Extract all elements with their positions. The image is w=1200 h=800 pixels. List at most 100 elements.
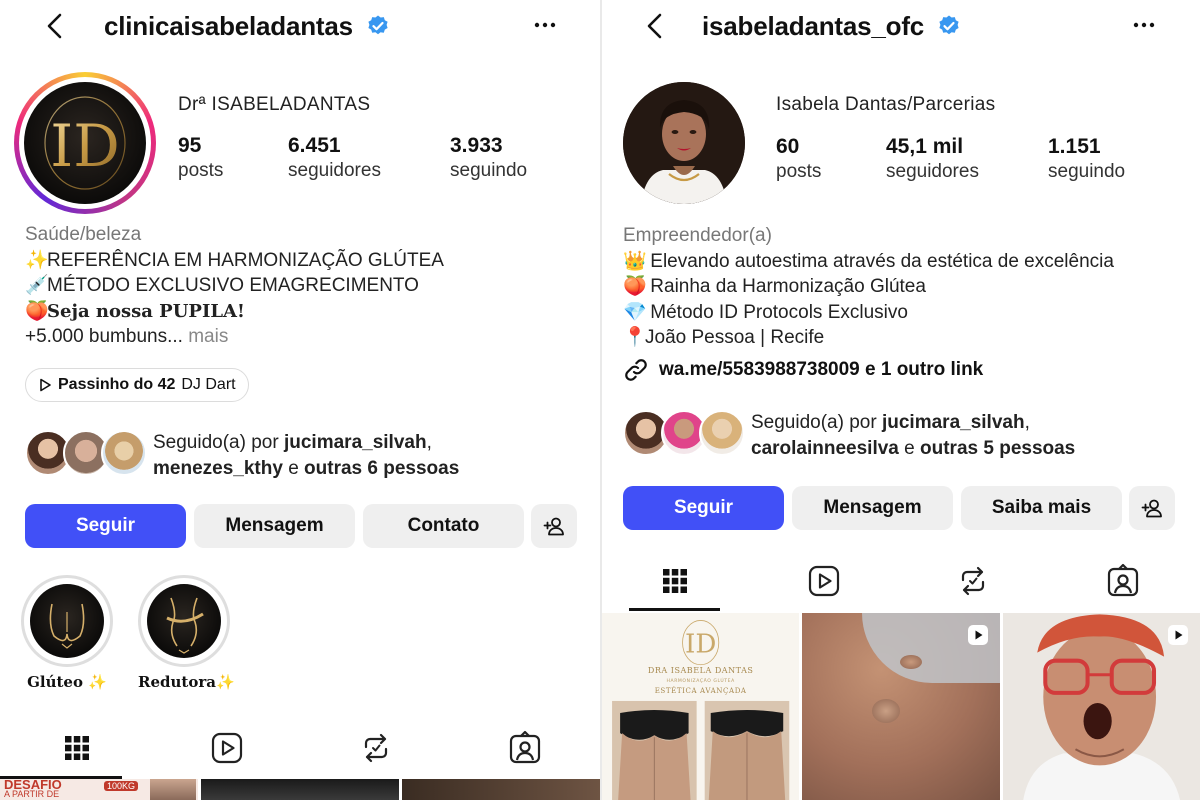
stat-posts-label: posts bbox=[178, 160, 224, 181]
stat-followers-label: seguidores bbox=[886, 161, 979, 182]
grid-tab-icon[interactable] bbox=[657, 563, 693, 599]
message-button[interactable]: Mensagem bbox=[792, 486, 953, 530]
profile-photo bbox=[623, 82, 745, 204]
avatar[interactable] bbox=[623, 82, 745, 204]
more-options-icon[interactable] bbox=[530, 10, 560, 40]
bio-category: Empreendedor(a) bbox=[623, 225, 772, 246]
reel-badge-icon bbox=[967, 625, 988, 645]
learn-more-button[interactable]: Saiba mais bbox=[961, 486, 1122, 530]
bio-line-4: +5.000 bumbuns... mais bbox=[25, 326, 229, 347]
mutual-user-link[interactable]: jucimara_silvah bbox=[284, 432, 427, 453]
more-options-icon[interactable] bbox=[1129, 10, 1159, 40]
posts-grid: DESAFIO A PARTIR DE 100KG bbox=[0, 779, 600, 800]
bio-line-4: 📍João Pessoa | Recife bbox=[623, 325, 1193, 351]
profile-panel-clinica: clinicaisabeladantas ID Drª ISABELADANTA… bbox=[0, 0, 600, 800]
mutual-avatars bbox=[623, 410, 745, 458]
stat-following-label: seguindo bbox=[1048, 161, 1126, 182]
bio: Empreendedor(a) 👑 Elevando autoestima at… bbox=[623, 223, 1193, 351]
post-thumbnail[interactable]: DESAFIO A PARTIR DE 100KG bbox=[0, 779, 198, 800]
bio-line-2: 🍑 Rainha da Harmonização Glútea bbox=[623, 274, 1193, 300]
link-icon bbox=[625, 359, 647, 381]
back-arrow-icon[interactable] bbox=[640, 10, 672, 42]
reels-tab-icon[interactable] bbox=[806, 563, 842, 599]
svg-text:DRA ISABELA DANTAS: DRA ISABELA DANTAS bbox=[648, 666, 754, 675]
stat-posts[interactable]: 60 posts bbox=[776, 135, 821, 183]
highlight-label: Redutora bbox=[138, 673, 216, 691]
post-thumbnail[interactable] bbox=[802, 613, 1000, 800]
syringe-icon: 💉 bbox=[25, 275, 49, 296]
music-title: Passinho do 42 bbox=[58, 376, 176, 393]
bio-link-text: wa.me/5583988738009 e 1 outro link bbox=[659, 359, 984, 380]
pin-icon: 📍 bbox=[623, 327, 647, 348]
suggested-users-button[interactable] bbox=[531, 504, 577, 548]
play-icon bbox=[40, 378, 51, 392]
peach-icon: 🍑 bbox=[25, 300, 49, 322]
sparkles-icon: ✨ bbox=[25, 249, 49, 271]
reposts-tab-icon[interactable] bbox=[955, 563, 991, 599]
mutual-user-link[interactable]: carolainneesilva bbox=[751, 438, 899, 459]
bio-more-link[interactable]: mais bbox=[188, 326, 228, 347]
profile-tabs bbox=[0, 720, 600, 780]
post-overlay-text: A PARTIR DE bbox=[4, 789, 60, 799]
followed-by-text: Seguido(a) por jucimara_silvah, menezes_… bbox=[153, 432, 460, 479]
redutora-illustration-icon bbox=[166, 597, 204, 654]
followed-by[interactable]: Seguido(a) por jucimara_silvah, menezes_… bbox=[25, 430, 459, 482]
svg-text:ID: ID bbox=[50, 112, 119, 180]
grid-tab-icon[interactable] bbox=[59, 730, 95, 766]
avatar-story-ring[interactable]: ID bbox=[14, 72, 156, 214]
tagged-tab-icon[interactable] bbox=[1105, 563, 1141, 599]
highlight-cover bbox=[21, 575, 113, 667]
music-pill[interactable]: Passinho do 42 DJ Dart bbox=[25, 368, 249, 402]
stat-posts[interactable]: 95 posts bbox=[178, 134, 223, 182]
mutual-user-link[interactable]: jucimara_silvah bbox=[882, 412, 1025, 433]
bio-line-3: 🍑Seja nossa PUPILA! bbox=[25, 299, 585, 325]
reposts-tab-icon[interactable] bbox=[358, 730, 394, 766]
post-brand-image: ID DRA ISABELA DANTAS HARMONIZAÇÃO GLÚTE… bbox=[602, 613, 800, 800]
sparkles-icon: ✨ bbox=[215, 673, 235, 691]
username-text: clinicaisabeladantas bbox=[104, 11, 353, 41]
mutual-avatar bbox=[699, 410, 745, 456]
back-arrow-icon[interactable] bbox=[40, 10, 72, 42]
reels-tab-icon[interactable] bbox=[209, 730, 245, 766]
tagged-tab-icon[interactable] bbox=[507, 730, 543, 766]
post-thumbnail[interactable]: ID DRA ISABELA DANTAS HARMONIZAÇÃO GLÚTE… bbox=[602, 613, 800, 800]
music-artist: DJ Dart bbox=[181, 376, 236, 393]
stat-posts-count: 95 bbox=[178, 134, 202, 157]
posts-grid: ID DRA ISABELA DANTAS HARMONIZAÇÃO GLÚTE… bbox=[602, 613, 1200, 800]
post-thumbnail[interactable] bbox=[1002, 613, 1200, 800]
crown-icon: 👑 bbox=[623, 250, 647, 272]
mutual-user-link[interactable]: menezes_kthy bbox=[153, 458, 283, 479]
bio: Saúde/beleza ✨REFERÊNCIA EM HARMONIZAÇÃO… bbox=[25, 222, 585, 350]
stat-followers[interactable]: 45,1 mil seguidores bbox=[886, 135, 979, 183]
peach-icon: 🍑 bbox=[623, 276, 647, 297]
stat-followers[interactable]: 6.451 seguidores bbox=[288, 134, 381, 182]
display-name: Isabela Dantas/Parcerias bbox=[776, 94, 996, 115]
highlight-redutora[interactable]: Redutora✨ bbox=[138, 575, 235, 691]
stat-following-count: 1.151 bbox=[1048, 135, 1101, 158]
stat-followers-count: 6.451 bbox=[288, 134, 341, 157]
highlight-gluteo[interactable]: Glúteo ✨ bbox=[21, 575, 113, 691]
profile-panel-ofc: isabeladantas_ofc Isabela Dantas/Parceri… bbox=[602, 0, 1200, 800]
follow-button[interactable]: Seguir bbox=[25, 504, 186, 548]
highlight-cover bbox=[138, 575, 230, 667]
top-bar: isabeladantas_ofc bbox=[602, 0, 1200, 56]
stat-following[interactable]: 1.151 seguindo bbox=[1048, 135, 1125, 183]
contact-button[interactable]: Contato bbox=[363, 504, 524, 548]
followed-by[interactable]: Seguido(a) por jucimara_silvah, carolain… bbox=[623, 410, 1075, 462]
post-thumbnail[interactable] bbox=[201, 779, 399, 800]
follow-button[interactable]: Seguir bbox=[623, 486, 784, 530]
post-thumbnail[interactable] bbox=[402, 779, 600, 800]
profile-tabs bbox=[602, 553, 1200, 613]
suggested-users-button[interactable] bbox=[1129, 486, 1175, 530]
followed-by-text: Seguido(a) por jucimara_silvah, carolain… bbox=[751, 412, 1076, 459]
active-tab-indicator bbox=[629, 608, 720, 611]
verified-badge-icon bbox=[939, 15, 959, 35]
top-bar: clinicaisabeladantas bbox=[0, 0, 600, 56]
reel-badge-icon bbox=[1167, 625, 1188, 645]
stat-following[interactable]: 3.933 seguindo bbox=[450, 134, 527, 182]
username-text: isabeladantas_ofc bbox=[702, 11, 925, 41]
bio-category: Saúde/beleza bbox=[25, 224, 142, 245]
add-person-icon bbox=[543, 517, 564, 536]
message-button[interactable]: Mensagem bbox=[194, 504, 355, 548]
bio-link[interactable]: wa.me/5583988738009 e 1 outro link bbox=[623, 357, 983, 383]
